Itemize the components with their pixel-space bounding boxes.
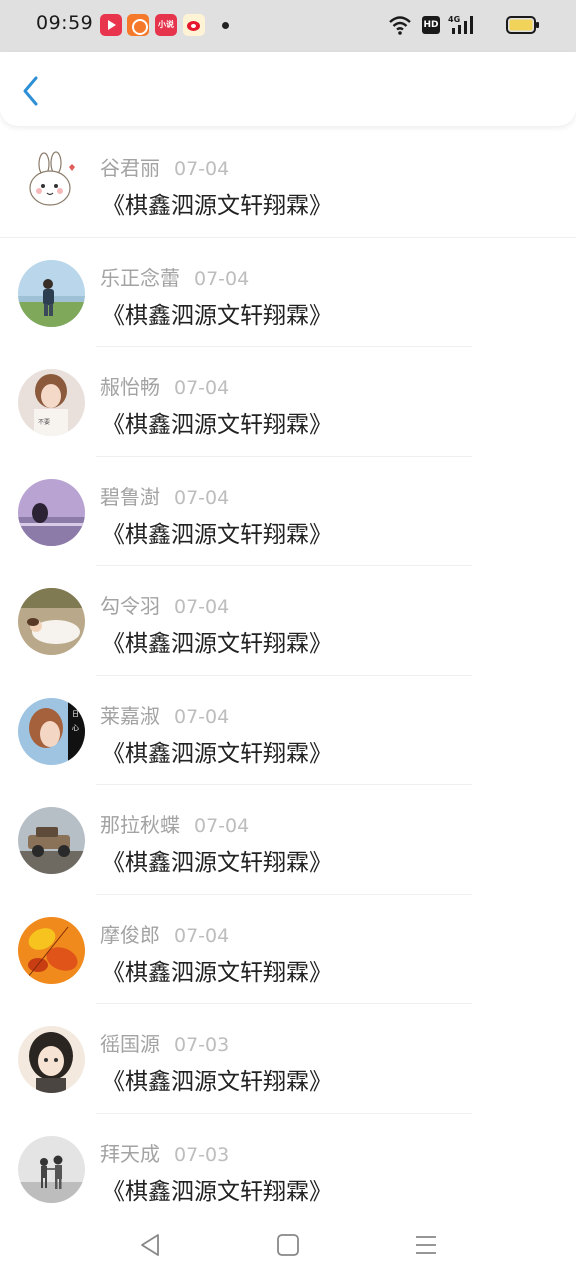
network-type-label: 4G bbox=[448, 15, 460, 24]
avatar[interactable]: 日心 bbox=[18, 697, 85, 765]
user-name: 莱嘉淑 bbox=[100, 703, 160, 728]
avatar[interactable] bbox=[18, 1135, 85, 1203]
list-item[interactable]: 不要 赧怡畅 07-04 《棋鑫泗源文轩翔霖》 bbox=[0, 347, 576, 457]
post-date: 07-04 bbox=[174, 486, 230, 509]
post-meta: 那拉秋蝶 07-04 bbox=[100, 809, 249, 837]
user-name: 拜天成 bbox=[100, 1141, 160, 1166]
social-app-icon bbox=[127, 14, 149, 36]
status-indicators: HD 4G bbox=[340, 14, 540, 38]
avatar-image bbox=[18, 588, 85, 655]
post-meta: 乐正念蕾 07-04 bbox=[100, 262, 249, 290]
post-meta: 摩俊郎 07-04 bbox=[100, 919, 229, 947]
list-item[interactable]: 勾令羽 07-04 《棋鑫泗源文轩翔霖》 bbox=[0, 566, 576, 676]
back-triangle-icon[interactable] bbox=[138, 1232, 164, 1258]
chevron-left-icon bbox=[23, 76, 38, 106]
post-meta: 碧鲁澍 07-04 bbox=[100, 481, 229, 509]
hd-badge: HD bbox=[422, 16, 440, 34]
avatar[interactable] bbox=[18, 259, 85, 327]
more-notifications-dot bbox=[222, 22, 229, 29]
post-title: 《棋鑫泗源文轩翔霖》 bbox=[102, 193, 332, 219]
post-title: 《棋鑫泗源文轩翔霖》 bbox=[102, 740, 332, 767]
list-item[interactable]: 谷君丽 07-04 《棋鑫泗源文轩翔霖》 bbox=[0, 128, 576, 238]
post-meta: 徭国源 07-03 bbox=[100, 1028, 229, 1056]
avatar[interactable] bbox=[18, 588, 85, 655]
list-item[interactable]: 徭国源 07-03 《棋鑫泗源文轩翔霖》 bbox=[0, 1004, 576, 1114]
header bbox=[0, 52, 576, 126]
post-date: 07-04 bbox=[194, 815, 250, 837]
post-date: 07-04 bbox=[174, 377, 230, 399]
wifi-icon bbox=[389, 16, 411, 35]
user-name: 那拉秋蝶 bbox=[100, 813, 180, 837]
list-item[interactable]: 摩俊郎 07-04 《棋鑫泗源文轩翔霖》 bbox=[0, 895, 576, 1004]
avatar[interactable] bbox=[18, 1026, 85, 1093]
list-item[interactable]: 碧鲁澍 07-04 《棋鑫泗源文轩翔霖》 bbox=[0, 457, 576, 566]
back-button[interactable] bbox=[14, 70, 50, 110]
list-item[interactable]: 拜天成 07-03 《棋鑫泗源文轩翔霖》 bbox=[0, 1114, 576, 1223]
avatar-image: 不要 bbox=[18, 369, 85, 436]
post-date: 07-04 bbox=[174, 158, 230, 180]
avatar-image bbox=[18, 1026, 85, 1093]
post-title: 《棋鑫泗源文轩翔霖》 bbox=[102, 1069, 332, 1095]
post-date: 07-04 bbox=[174, 596, 230, 618]
navigation-bar bbox=[0, 1212, 576, 1280]
post-meta: 谷君丽 07-04 bbox=[100, 152, 229, 180]
avatar-image: 日心 bbox=[18, 697, 85, 765]
post-meta: 拜天成 07-03 bbox=[100, 1138, 229, 1166]
user-name: 摩俊郎 bbox=[100, 922, 160, 947]
weibo-icon bbox=[183, 14, 205, 36]
post-title: 《棋鑫泗源文轩翔霖》 bbox=[102, 631, 332, 657]
screen: 09:59 小说 HD 4G 谷君丽 07-04 《棋鑫泗源文轩翔霖》 乐正念蕾… bbox=[0, 0, 576, 1280]
svg-text:心: 心 bbox=[72, 724, 79, 732]
post-meta: 莱嘉淑 07-04 bbox=[100, 700, 229, 728]
mini-app-icon: 小说 bbox=[155, 14, 177, 36]
post-title: 《棋鑫泗源文轩翔霖》 bbox=[102, 850, 332, 876]
svg-text:不要: 不要 bbox=[38, 419, 50, 426]
avatar[interactable] bbox=[18, 478, 85, 546]
post-meta: 赧怡畅 07-04 bbox=[100, 371, 229, 399]
list-item[interactable]: 日心莱嘉淑 07-04 《棋鑫泗源文轩翔霖》 bbox=[0, 676, 576, 785]
user-name: 乐正念蕾 bbox=[100, 265, 180, 290]
avatar[interactable] bbox=[18, 807, 85, 874]
post-date: 07-03 bbox=[174, 1143, 230, 1166]
avatar[interactable] bbox=[18, 150, 85, 217]
post-title: 《棋鑫泗源文轩翔霖》 bbox=[102, 959, 332, 986]
post-date: 07-04 bbox=[174, 705, 230, 728]
post-title: 《棋鑫泗源文轩翔霖》 bbox=[102, 521, 332, 548]
post-date: 07-04 bbox=[194, 267, 250, 290]
user-name: 勾令羽 bbox=[100, 594, 160, 618]
avatar-image bbox=[18, 1135, 85, 1203]
post-title: 《棋鑫泗源文轩翔霖》 bbox=[102, 1178, 332, 1205]
video-app-icon bbox=[100, 14, 122, 36]
avatar-image bbox=[18, 916, 85, 984]
avatar-image bbox=[18, 150, 85, 217]
user-name: 赧怡畅 bbox=[100, 375, 160, 399]
avatar-image bbox=[18, 259, 85, 327]
avatar-image bbox=[18, 478, 85, 546]
status-bar: 09:59 小说 HD 4G bbox=[0, 0, 576, 52]
signal-icon: 4G bbox=[448, 15, 473, 34]
post-date: 07-04 bbox=[174, 924, 230, 947]
post-title: 《棋鑫泗源文轩翔霖》 bbox=[102, 302, 332, 329]
post-title: 《棋鑫泗源文轩翔霖》 bbox=[102, 412, 332, 438]
post-list: 谷君丽 07-04 《棋鑫泗源文轩翔霖》 乐正念蕾 07-04 《棋鑫泗源文轩翔霖》 不要赧… bbox=[0, 128, 576, 1223]
avatar[interactable]: 不要 bbox=[18, 369, 85, 436]
user-name: 碧鲁澍 bbox=[100, 484, 160, 509]
post-meta: 勾令羽 07-04 bbox=[100, 590, 229, 618]
home-square-icon[interactable] bbox=[275, 1232, 301, 1258]
svg-text:日: 日 bbox=[72, 710, 79, 718]
menu-lines-icon[interactable] bbox=[413, 1232, 439, 1258]
user-name: 谷君丽 bbox=[100, 156, 160, 180]
list-item[interactable]: 乐正念蕾 07-04 《棋鑫泗源文轩翔霖》 bbox=[0, 238, 576, 347]
battery-icon bbox=[506, 16, 539, 34]
status-time: 09:59 bbox=[36, 12, 94, 34]
user-name: 徭国源 bbox=[100, 1032, 160, 1056]
avatar-image bbox=[18, 807, 85, 874]
list-item[interactable]: 那拉秋蝶 07-04 《棋鑫泗源文轩翔霖》 bbox=[0, 785, 576, 895]
post-date: 07-03 bbox=[174, 1034, 230, 1056]
avatar[interactable] bbox=[18, 916, 85, 984]
